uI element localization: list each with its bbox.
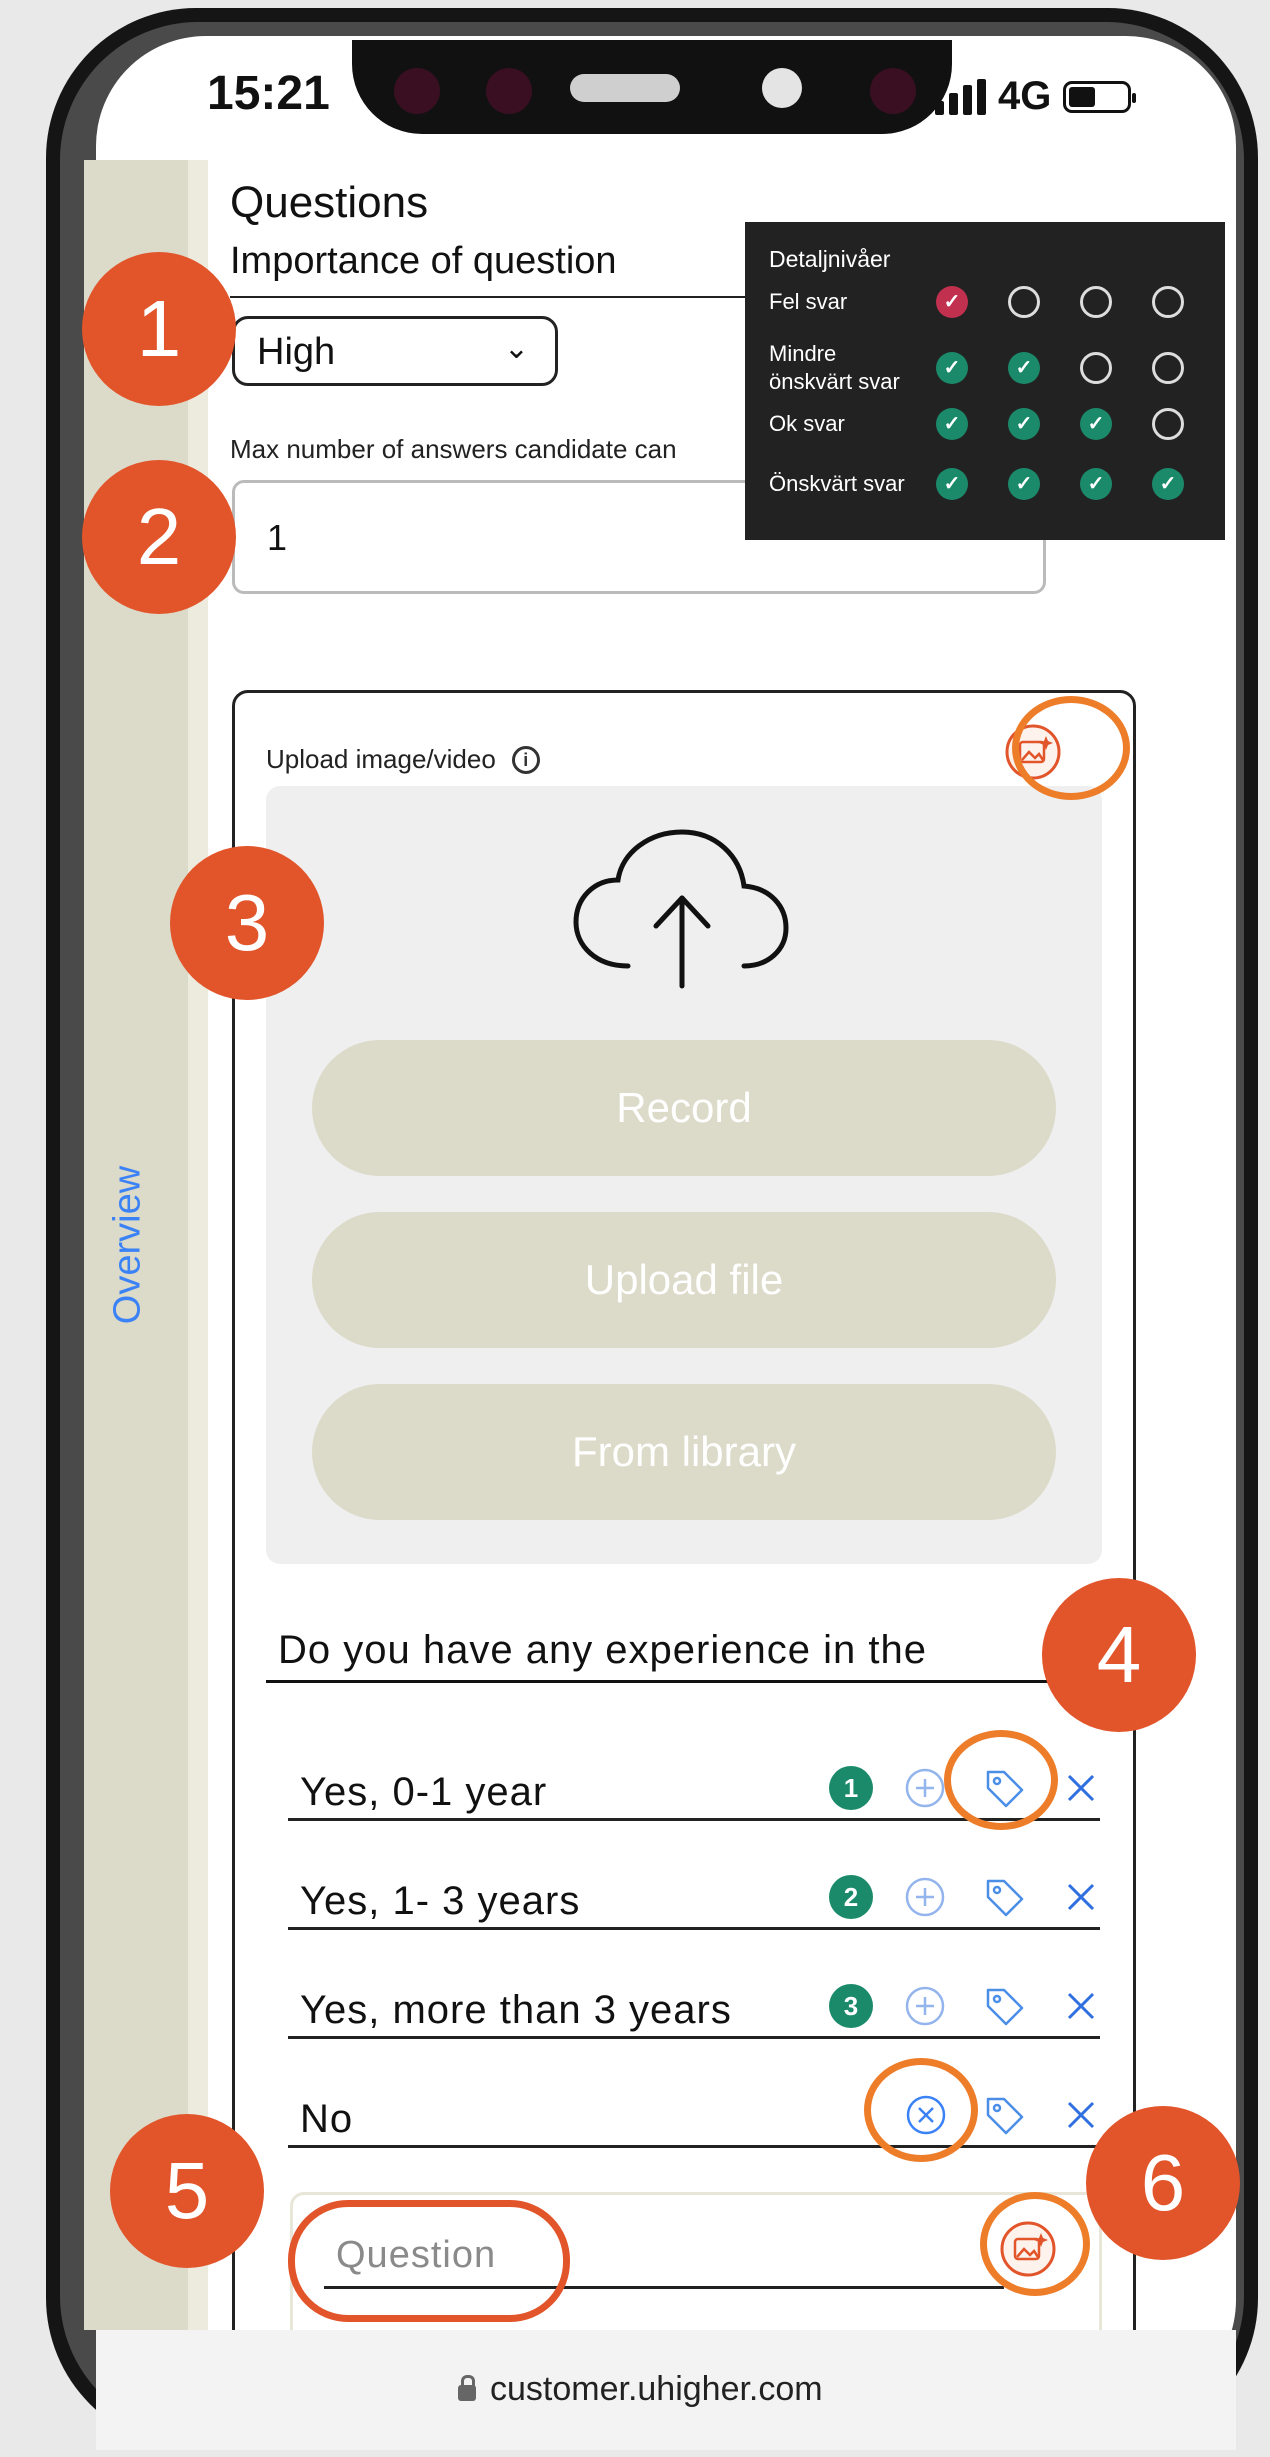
- highlight-ring: [288, 2200, 570, 2322]
- max-answers-value: 1: [267, 517, 288, 558]
- close-icon[interactable]: [1057, 1764, 1105, 1812]
- check-filled-icon: ✓: [936, 286, 968, 318]
- status-time: 15:21: [207, 67, 330, 120]
- step-marker: 6: [1086, 2106, 1240, 2260]
- circle-empty-icon: [1008, 286, 1040, 318]
- highlight-ring: [980, 2192, 1090, 2296]
- step-marker: 3: [170, 846, 324, 1000]
- importance-label: Importance of question: [230, 240, 617, 282]
- check-filled-icon: ✓: [1008, 468, 1040, 500]
- phone-notch: [352, 40, 952, 134]
- battery-icon: [1063, 80, 1137, 113]
- highlight-ring: [1012, 696, 1130, 800]
- close-icon[interactable]: [1057, 2091, 1105, 2139]
- max-answers-label: Max number of answers candidate can: [230, 434, 677, 464]
- circle-empty-icon: [1080, 286, 1112, 318]
- status-indicators: 4G: [935, 74, 1137, 119]
- url-text: customer.uhigher.com: [490, 2370, 823, 2408]
- info-icon[interactable]: i: [511, 745, 540, 774]
- level-badge: 1: [829, 1766, 873, 1810]
- notch-sensor: [486, 68, 532, 114]
- highlight-ring: [944, 1730, 1058, 1830]
- step-marker: 5: [110, 2114, 264, 2268]
- close-icon[interactable]: [1057, 1982, 1105, 2030]
- answer-input[interactable]: Yes, more than 3 years: [300, 1988, 732, 2033]
- notch-camera: [762, 68, 802, 108]
- step-marker: 1: [82, 252, 236, 406]
- url-display: customer.uhigher.com: [458, 2370, 823, 2409]
- notch-sensor: [870, 68, 916, 114]
- question-underline: [266, 1680, 1066, 1683]
- check-filled-icon: ✓: [936, 408, 968, 440]
- answer-row: No: [288, 2079, 1100, 2148]
- add-level-icon[interactable]: [901, 1982, 949, 2030]
- legend-title: Detaljnivåer: [769, 246, 891, 272]
- signal-icon: [935, 78, 986, 115]
- check-filled-icon: ✓: [936, 352, 968, 384]
- step-marker: 2: [82, 460, 236, 614]
- importance-select[interactable]: High ⌄: [232, 316, 558, 386]
- legend-row-label: Önskvärt svar: [769, 471, 905, 496]
- check-filled-icon: ✓: [1008, 352, 1040, 384]
- tag-icon[interactable]: [980, 1982, 1028, 2030]
- network-label: 4G: [998, 74, 1052, 118]
- circle-empty-icon: [1080, 352, 1112, 384]
- answer-row: Yes, 1- 3 years: [288, 1861, 1100, 1930]
- from-library-button[interactable]: From library: [312, 1384, 1056, 1520]
- tag-icon[interactable]: [980, 1873, 1028, 1921]
- add-level-icon[interactable]: [901, 1873, 949, 1921]
- upload-label: Upload image/video: [266, 744, 496, 774]
- answer-input[interactable]: Yes, 0-1 year: [300, 1770, 547, 1815]
- circle-empty-icon: [1152, 408, 1184, 440]
- detail-levels-legend: Detaljnivåer Fel svar ✓ Mindre önskvärt sv…: [745, 222, 1225, 540]
- lock-icon: [458, 2374, 476, 2401]
- record-button[interactable]: Record: [312, 1040, 1056, 1176]
- circle-empty-icon: [1152, 352, 1184, 384]
- question-input[interactable]: Do you have any experience in the: [278, 1628, 927, 1673]
- legend-row-label: Ok svar: [769, 411, 845, 436]
- highlight-ring: [864, 2058, 978, 2162]
- divider: [230, 296, 760, 298]
- notch-speaker: [570, 74, 680, 102]
- check-filled-icon: ✓: [1008, 408, 1040, 440]
- level-badge: 3: [829, 1984, 873, 2028]
- legend-row-label: Mindre önskvärt svar: [769, 341, 900, 394]
- check-filled-icon: ✓: [1152, 468, 1184, 500]
- sidebar-item-overview[interactable]: Overview: [107, 1166, 150, 1324]
- chevron-down-icon: ⌄: [503, 332, 529, 365]
- check-filled-icon: ✓: [1080, 408, 1112, 440]
- importance-value: High: [257, 331, 336, 373]
- add-level-icon[interactable]: [901, 1764, 949, 1812]
- check-filled-icon: ✓: [1080, 468, 1112, 500]
- notch-sensor: [394, 68, 440, 114]
- answer-row: Yes, more than 3 years: [288, 1970, 1100, 2039]
- circle-empty-icon: [1152, 286, 1184, 318]
- step-marker: 4: [1042, 1578, 1196, 1732]
- level-badge: 2: [829, 1875, 873, 1919]
- legend-row-label: Fel svar: [769, 289, 848, 314]
- section-title: Questions: [230, 178, 429, 227]
- tag-icon[interactable]: [980, 2091, 1028, 2139]
- upload-file-button[interactable]: Upload file: [312, 1212, 1056, 1348]
- answer-input[interactable]: No: [300, 2097, 353, 2142]
- close-icon[interactable]: [1057, 1873, 1105, 1921]
- check-filled-icon: ✓: [936, 468, 968, 500]
- answer-input[interactable]: Yes, 1- 3 years: [300, 1879, 580, 1924]
- cloud-upload-icon: [573, 829, 789, 989]
- upload-label-row: Upload image/video i: [266, 744, 540, 775]
